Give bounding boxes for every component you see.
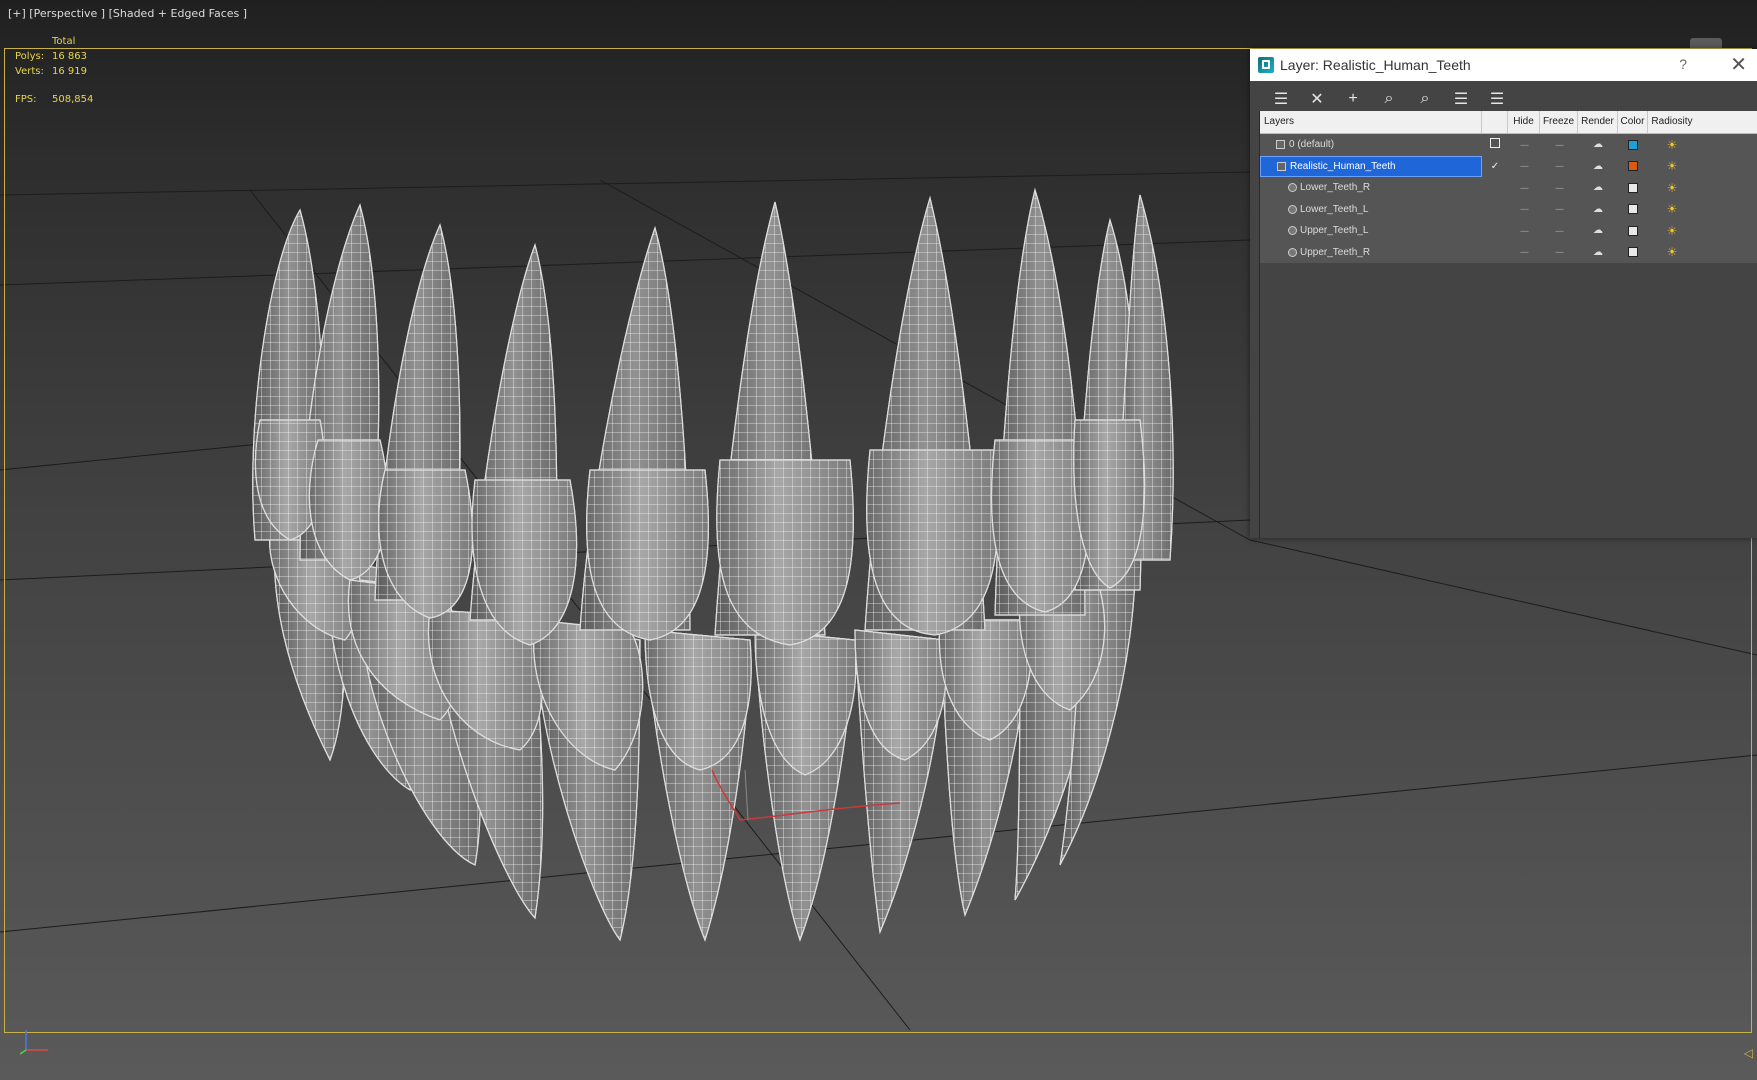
object-icon [1288, 247, 1297, 257]
layer-dialog: Layer: Realistic_Human_Teeth ? ✕ ☰ ✕ + ⌕ ⌕ ☰ ☰… [1250, 49, 1757, 538]
current-layer-check-icon[interactable]: ✓ [1482, 161, 1508, 172]
expand-viewport-icon[interactable]: ◁ [1744, 1046, 1753, 1060]
freeze-toggle[interactable]: ---- [1540, 140, 1578, 150]
object-icon [1288, 226, 1297, 236]
color-swatch[interactable] [1628, 139, 1638, 150]
render-teapot-icon[interactable]: ☁ [1578, 204, 1618, 215]
freeze-toggle[interactable]: ---- [1540, 161, 1578, 171]
column-render[interactable]: Render [1578, 111, 1618, 133]
layer-name-cell[interactable]: Upper_Teeth_R [1260, 242, 1482, 264]
viewport-layout-tab[interactable] [1690, 38, 1722, 48]
viewport-label[interactable]: [+] [Perspective ] [Shaded + Edged Faces… [8, 7, 247, 20]
render-teapot-icon[interactable]: ☁ [1578, 247, 1618, 258]
fps-value: 508,854 [52, 94, 94, 105]
radiosity-sun-icon[interactable]: ☀ [1648, 224, 1696, 238]
color-swatch[interactable] [1628, 225, 1638, 236]
layer-name: Upper_Teeth_R [1300, 246, 1371, 258]
layer-name-cell[interactable]: Lower_Teeth_L [1260, 199, 1482, 221]
create-layer-icon[interactable]: ☰ [1268, 87, 1294, 111]
layer-name: 0 (default) [1289, 139, 1335, 151]
layer-row[interactable]: Lower_Teeth_L ---- ---- ☁ ☀ [1260, 198, 1757, 221]
select-objects-icon[interactable]: ⌕ [1376, 87, 1402, 111]
fps-label: FPS: [15, 94, 37, 105]
layers-table-header: Layers Hide Freeze Render Color Radiosit… [1260, 111, 1757, 134]
column-radiosity[interactable]: Radiosity [1648, 111, 1696, 133]
layers-table: Layers Hide Freeze Render Color Radiosit… [1259, 111, 1757, 538]
layer-icon [1276, 140, 1285, 150]
layer-row[interactable]: 0 (default) ---- ---- ☁ ☀ [1260, 134, 1757, 156]
layer-row[interactable]: Upper_Teeth_L ---- ---- ☁ ☀ [1260, 220, 1757, 242]
color-cell[interactable] [1618, 139, 1648, 150]
close-button[interactable]: ✕ [1730, 52, 1747, 77]
layer-row[interactable]: Upper_Teeth_R ---- ---- ☁ ☀ [1260, 241, 1757, 264]
statistics-overlay: Total Polys: 16 863 Verts: 16 919 FPS: 508,… [15, 34, 93, 107]
add-to-layer-icon[interactable]: + [1340, 87, 1366, 111]
object-icon [1288, 183, 1297, 193]
render-teapot-icon[interactable]: ☁ [1578, 225, 1618, 236]
dialog-titlebar[interactable]: Layer: Realistic_Human_Teeth ? ✕ [1250, 49, 1757, 81]
color-cell[interactable] [1618, 247, 1648, 258]
color-swatch[interactable] [1628, 161, 1638, 172]
dialog-title: Layer: Realistic_Human_Teeth [1280, 57, 1471, 73]
axis-gizmo-icon [19, 1030, 48, 1055]
color-cell[interactable] [1618, 204, 1648, 215]
color-cell[interactable] [1618, 161, 1648, 172]
radiosity-sun-icon[interactable]: ☀ [1648, 181, 1696, 195]
layer-row[interactable]: Lower_Teeth_R ---- ---- ☁ ☀ [1260, 177, 1757, 199]
freeze-toggle[interactable]: ---- [1540, 247, 1578, 257]
hide-toggle[interactable]: ---- [1508, 247, 1540, 257]
color-cell[interactable] [1618, 225, 1648, 236]
verts-label: Verts: [15, 66, 44, 77]
column-hide[interactable]: Hide [1508, 111, 1540, 133]
help-button[interactable]: ? [1679, 56, 1687, 72]
layers-table-body: 0 (default) ---- ---- ☁ ☀ Realistic_Human_Tee… [1260, 134, 1757, 263]
render-teapot-icon[interactable]: ☁ [1578, 161, 1618, 172]
render-teapot-icon[interactable]: ☁ [1578, 139, 1618, 150]
object-icon [1288, 204, 1297, 214]
column-layers[interactable]: Layers [1260, 111, 1482, 133]
delete-layer-icon[interactable]: ✕ [1304, 87, 1330, 111]
layer-row[interactable]: Realistic_Human_Teeth ✓ ---- ---- ☁ ☀ [1260, 155, 1757, 177]
freeze-all-icon[interactable]: ☰ [1484, 87, 1510, 111]
color-swatch[interactable] [1628, 204, 1638, 215]
layer-name-cell[interactable]: 0 (default) [1260, 134, 1482, 156]
layer-name: Lower_Teeth_L [1300, 203, 1369, 215]
column-freeze[interactable]: Freeze [1540, 111, 1578, 133]
radiosity-sun-icon[interactable]: ☀ [1648, 159, 1696, 173]
hide-toggle[interactable]: ---- [1508, 226, 1540, 236]
radiosity-sun-icon[interactable]: ☀ [1648, 202, 1696, 216]
radiosity-sun-icon[interactable]: ☀ [1648, 245, 1696, 259]
color-swatch[interactable] [1628, 182, 1638, 193]
column-current[interactable] [1482, 111, 1508, 133]
layer-name-cell[interactable]: Upper_Teeth_L [1260, 220, 1482, 242]
current-layer-toggle[interactable] [1482, 138, 1508, 151]
layer-icon [1277, 161, 1286, 171]
polys-value: 16 863 [52, 51, 87, 62]
app-logo-icon [1258, 57, 1274, 73]
layer-name-cell[interactable]: Lower_Teeth_R [1260, 177, 1482, 199]
layer-name: Upper_Teeth_L [1300, 225, 1369, 237]
layer-name-cell[interactable]: Realistic_Human_Teeth [1260, 155, 1482, 177]
column-color[interactable]: Color [1618, 111, 1648, 133]
hide-toggle[interactable]: ---- [1508, 183, 1540, 193]
polys-label: Polys: [15, 51, 45, 62]
stats-header: Total [52, 36, 76, 47]
highlight-layer-icon[interactable]: ⌕ [1412, 87, 1438, 111]
freeze-toggle[interactable]: ---- [1540, 204, 1578, 214]
hide-toggle[interactable]: ---- [1508, 204, 1540, 214]
freeze-toggle[interactable]: ---- [1540, 226, 1578, 236]
color-swatch[interactable] [1628, 247, 1638, 258]
layer-name: Realistic_Human_Teeth [1290, 160, 1396, 172]
color-cell[interactable] [1618, 182, 1648, 193]
freeze-toggle[interactable]: ---- [1540, 183, 1578, 193]
hide-all-icon[interactable]: ☰ [1448, 87, 1474, 111]
radiosity-sun-icon[interactable]: ☀ [1648, 138, 1696, 152]
verts-value: 16 919 [52, 66, 87, 77]
hide-toggle[interactable]: ---- [1508, 140, 1540, 150]
layer-name: Lower_Teeth_R [1300, 182, 1371, 194]
render-teapot-icon[interactable]: ☁ [1578, 182, 1618, 193]
hide-toggle[interactable]: ---- [1508, 161, 1540, 171]
